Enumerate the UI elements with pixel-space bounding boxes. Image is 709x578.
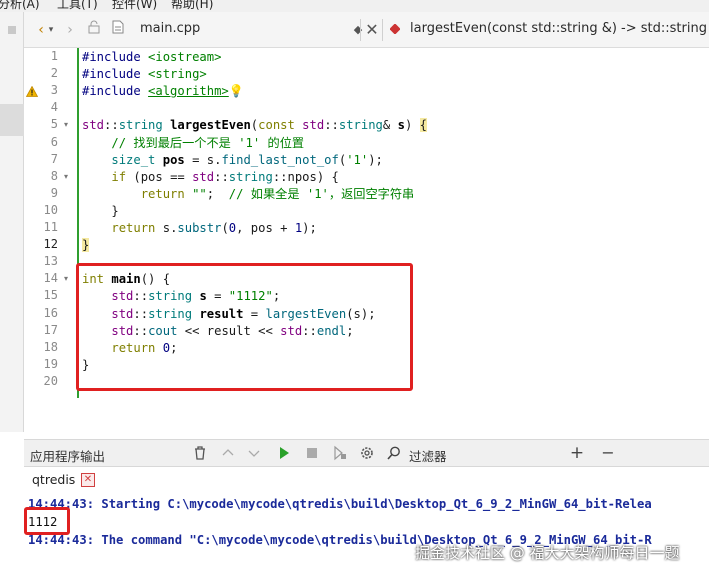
line-number: 13 (43, 254, 58, 269)
code-line[interactable]: if (pos == std::string::npos) { (82, 169, 339, 186)
lock-icon (86, 20, 102, 40)
fold-marker-icon[interactable]: ▾ (64, 121, 72, 129)
down-icon[interactable] (246, 445, 262, 461)
close-file-icon[interactable]: ✕ (364, 20, 380, 40)
mode-icon[interactable] (8, 26, 16, 34)
line-number: 17 (43, 322, 58, 337)
add-pane-icon[interactable]: + (569, 445, 585, 462)
file-icon (110, 20, 126, 40)
line-number: 7 (50, 151, 58, 166)
output-line: 14:44:43: Starting C:\mycode\mycode\qtre… (28, 497, 652, 511)
line-number: 12 (43, 237, 58, 252)
mode-selected[interactable] (0, 104, 24, 136)
line-number: 6 (50, 134, 58, 149)
search-icon (387, 446, 400, 460)
mode-sidebar (0, 12, 24, 432)
line-number: 14 (43, 271, 58, 286)
fold-marker-icon[interactable]: ▾ (64, 172, 72, 181)
code-line[interactable]: #include <algorithm>💡 (82, 83, 244, 100)
settings-icon[interactable] (359, 445, 375, 461)
line-number: 18 (43, 339, 58, 354)
menu-tools[interactable]: 工具(T) (57, 0, 98, 12)
output-console[interactable]: 14:44:43: Starting C:\mycode\mycode\qtre… (24, 492, 709, 578)
menu-bar: 分析(A) 工具(T) 控件(W) 帮助(H) (0, 0, 709, 12)
run-icon[interactable] (276, 445, 292, 461)
close-tab-icon[interactable]: ✕ (81, 473, 95, 487)
filter-input[interactable]: 过滤器 (409, 446, 447, 465)
line-number: 4 (50, 100, 58, 115)
menu-help[interactable]: 帮助(H) (171, 0, 213, 12)
fold-marker-icon[interactable]: ▾ (64, 275, 72, 283)
code-line[interactable]: std::string largestEven(const std::strin… (82, 117, 427, 134)
line-number: 10 (43, 202, 58, 217)
tab-qtredis[interactable]: qtredis (32, 472, 75, 487)
function-selector[interactable]: largestEven(const std::string &) -> std:… (410, 21, 707, 36)
code-line[interactable]: #include <string> (82, 66, 207, 83)
code-line[interactable]: } (82, 203, 118, 220)
watermark: 掘金技术社区 @ 福大大架构师每日一题 (415, 544, 680, 562)
output-tabs: qtredis ✕ (24, 468, 709, 492)
minimize-pane-icon[interactable]: − (600, 445, 616, 461)
output-pane-title: 应用程序输出 (30, 449, 106, 464)
up-icon[interactable] (220, 445, 236, 461)
back-dropdown-icon[interactable]: ▾ (46, 20, 56, 40)
line-number: 9 (50, 185, 58, 200)
code-line[interactable]: return ""; // 如果全是 '1'，返回空字符串 (82, 186, 415, 203)
line-number: 19 (43, 356, 58, 371)
file-selector[interactable]: main.cpp (140, 21, 200, 36)
attach-debugger-icon[interactable] (332, 445, 348, 461)
line-number: 11 (43, 220, 58, 234)
line-number: 8 (50, 168, 58, 183)
output-highlight-box (24, 507, 70, 535)
menu-analyze[interactable]: 分析(A) (0, 0, 40, 12)
line-number: 1 (50, 49, 58, 63)
warning-icon[interactable] (26, 86, 38, 97)
line-number: 2 (50, 66, 58, 81)
line-number: 20 (43, 373, 58, 388)
highlight-box (76, 263, 413, 391)
output-pane-header: 应用程序输出 过滤器 + − (24, 439, 709, 467)
code-line[interactable]: size_t pos = s.find_last_not_of('1'); (82, 152, 383, 169)
line-number: 15 (43, 288, 58, 303)
line-number: 16 (43, 305, 58, 320)
file-dropdown-icon[interactable]: ◆ (351, 20, 365, 40)
menu-controls[interactable]: 控件(W) (112, 0, 157, 12)
line-number-gutter: 1 2 3 4 5 6 7 8 9 10 11 12 13 14 15 16 17 18 19 20 (24, 48, 78, 398)
function-icon (388, 20, 402, 40)
code-line[interactable]: } (82, 237, 90, 254)
code-line[interactable]: // 找到最后一个不是 '1' 的位置 (82, 135, 304, 152)
editor-toolbar: ‹ ▾ › main.cpp ◆ ✕ largestEven(const std… (24, 12, 709, 48)
code-line[interactable]: #include <iostream> (82, 49, 221, 66)
clear-icon[interactable] (192, 445, 208, 461)
stop-icon[interactable] (304, 445, 320, 461)
code-line[interactable]: return s.substr(0, pos + 1); (82, 220, 317, 237)
line-number: 5 (50, 117, 58, 132)
forward-icon[interactable]: › (62, 20, 78, 40)
